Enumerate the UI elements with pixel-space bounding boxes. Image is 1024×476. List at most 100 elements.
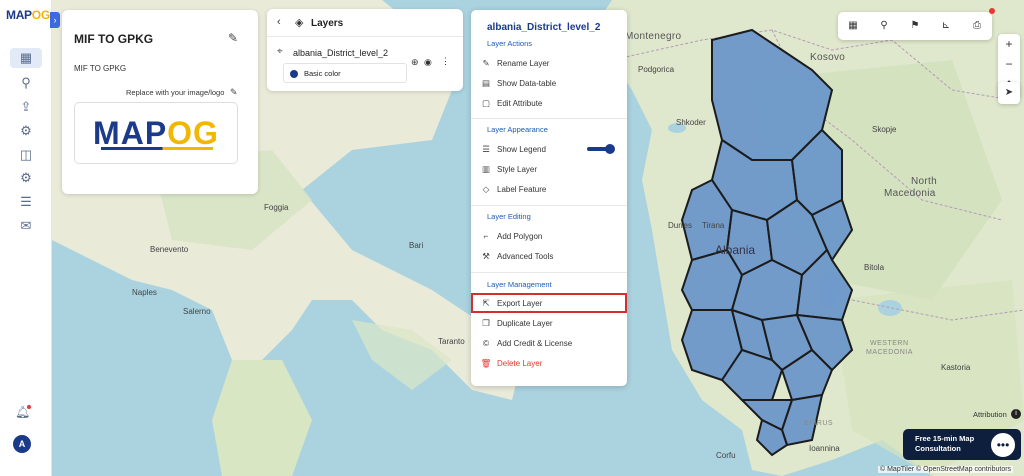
project-description: MIF TO GPKG	[74, 64, 127, 73]
replace-logo-label[interactable]: Replace with your image/logo	[126, 88, 224, 97]
basemap-icon[interactable]: ▦	[845, 18, 861, 34]
map-label-ioannina: Ioannina	[809, 444, 840, 453]
zoom-to-layer-icon[interactable]: ⊕	[411, 57, 419, 68]
back-chevron-icon[interactable]: ‹	[277, 16, 281, 28]
table-icon: ▤	[481, 77, 491, 88]
add-credit-item[interactable]: © Add Credit & License	[471, 334, 627, 352]
project-logo-accent: OG	[167, 114, 219, 151]
map-label-kastoria: Kastoria	[941, 363, 971, 372]
map-label-salerno: Salerno	[183, 307, 211, 316]
notification-dot	[27, 405, 31, 409]
info-icon[interactable]: i	[1011, 409, 1021, 419]
style-layer-item[interactable]: ▥ Style Layer	[471, 160, 627, 178]
search-icon[interactable]: ⚲	[876, 18, 892, 34]
export-layer-item[interactable]: ⇱ Export Layer	[471, 294, 627, 312]
map-label-taranto: Taranto	[438, 337, 465, 346]
edit-attribute-item[interactable]: ▢ Edit Attribute	[471, 94, 627, 112]
map-view-icon[interactable]: ▦	[10, 48, 42, 68]
report-icon[interactable]: ☰	[16, 192, 36, 212]
copyright-icon: ©	[482, 338, 490, 348]
map-label-durres: Durres	[668, 221, 693, 230]
export-layer-label: Export Layer	[497, 298, 543, 308]
zoom-in-button[interactable]: +	[998, 34, 1020, 55]
app-logo[interactable]: MAPOG	[6, 8, 50, 22]
print-icon[interactable]: ⎙	[969, 18, 985, 34]
project-title: MIF TO GPKG	[74, 32, 154, 46]
visibility-eye-icon[interactable]: ◉	[424, 57, 432, 68]
project-logo: MAPOG	[93, 115, 219, 152]
map-label-skopje: Skopje	[872, 125, 897, 134]
show-datatable-item[interactable]: ▤ Show Data-table	[471, 74, 627, 92]
map-label-north-macedonia-1: North	[911, 176, 937, 187]
sidebar-expand-button[interactable]: ›	[50, 12, 60, 28]
location-pin-icon[interactable]: ⚲	[16, 73, 36, 93]
map-label-kosovo: Kosovo	[810, 52, 846, 63]
toggle-knob	[605, 144, 615, 154]
delete-layer-label: Delete Layer	[497, 358, 543, 368]
show-legend-toggle[interactable]	[587, 144, 617, 154]
polygon-icon: ⌐	[483, 231, 489, 241]
layers-title: Layers	[311, 18, 344, 29]
duplicate-layer-item[interactable]: ❐ Duplicate Layer	[471, 314, 627, 332]
app-logo-accent: OG	[31, 8, 50, 22]
duplicate-icon: ❐	[482, 317, 490, 328]
map-label-north-macedonia-2: Macedonia	[884, 188, 936, 199]
measure-icon[interactable]: ⊾	[938, 18, 954, 34]
map-label-foggia: Foggia	[264, 203, 289, 212]
share-icon[interactable]: ✉	[16, 216, 36, 236]
app-logo-main: MAP	[6, 8, 32, 22]
add-polygon-label: Add Polygon	[497, 231, 543, 241]
locate-me-button[interactable]: ➤	[998, 82, 1020, 104]
map-label-epirus: EPIRUS	[804, 420, 834, 427]
project-logo-box[interactable]: MAPOG	[74, 102, 238, 164]
rename-icon: ✎	[482, 57, 490, 68]
settings-icon[interactable]: ⚙	[16, 168, 36, 188]
rename-layer-label: Rename Layer	[497, 58, 550, 68]
map-label-montenegro: Montenegro	[625, 31, 682, 42]
show-datatable-label: Show Data-table	[497, 78, 557, 88]
more-options-icon[interactable]: ⋮	[441, 56, 450, 67]
advanced-tools-item[interactable]: ⚒ Advanced Tools	[471, 247, 627, 265]
advanced-tools-label: Advanced Tools	[497, 251, 554, 261]
menu-divider	[471, 205, 627, 206]
map-label-shkoder: Shkoder	[676, 118, 706, 127]
add-polygon-item[interactable]: ⌐ Add Polygon	[471, 227, 627, 245]
map-label-podgorica: Podgorica	[638, 65, 675, 74]
add-credit-label: Add Credit & License	[497, 338, 573, 348]
legend-label: Basic color	[304, 69, 341, 78]
chat-icon[interactable]: •••	[988, 430, 1018, 460]
map-label-bitola: Bitola	[864, 263, 885, 272]
delete-layer-item[interactable]: 🗑︎ Delete Layer	[471, 354, 627, 372]
location-icon[interactable]: ⚑	[907, 18, 923, 34]
left-sidebar: MAPOG ▦ ⚲ ⇪ ⚙ ◫ ⚙ ☰ ✉ 🔔︎ A	[0, 0, 52, 476]
map-label-benevento: Benevento	[150, 245, 189, 254]
layers-header: ‹ ◈ Layers	[267, 9, 463, 37]
user-avatar[interactable]: A	[13, 435, 31, 453]
label-feature-label: Label Feature	[497, 184, 547, 194]
menu-divider	[471, 118, 627, 119]
layer-name[interactable]: albania_District_level_2	[293, 48, 388, 58]
section-layer-actions: Layer Actions	[487, 39, 533, 48]
legend-item: Basic color	[283, 63, 407, 83]
zoom-out-button[interactable]: −	[998, 54, 1020, 75]
map-label-corfu: Corfu	[716, 451, 736, 460]
menu-divider	[471, 272, 627, 273]
consultation-text: Free 15-min Map Consultation	[915, 434, 975, 453]
menu-layer-title: albania_District_level_2	[487, 22, 601, 33]
section-layer-editing: Layer Editing	[487, 212, 531, 221]
legend-color-swatch	[290, 70, 298, 78]
edit-project-icon[interactable]: ✎	[228, 31, 238, 45]
map-label-naples: Naples	[132, 288, 157, 297]
replace-logo-edit-icon[interactable]: ✎	[230, 87, 238, 98]
tools-gear-icon[interactable]: ⚙	[16, 121, 36, 141]
tag-icon: ◇	[482, 183, 490, 194]
rename-layer-item[interactable]: ✎ Rename Layer	[471, 54, 627, 72]
upload-file-icon[interactable]: ⇪	[16, 97, 36, 117]
map-label-tirana: Tirana	[702, 221, 725, 230]
map-credits: © MapTiler © OpenStreetMap contributors	[878, 466, 1014, 473]
analysis-icon[interactable]: ◫	[16, 145, 36, 165]
duplicate-layer-label: Duplicate Layer	[497, 318, 553, 328]
project-logo-main: MAP	[93, 114, 168, 151]
label-feature-item[interactable]: ◇ Label Feature	[471, 180, 627, 198]
section-layer-appearance: Layer Appearance	[487, 125, 548, 134]
